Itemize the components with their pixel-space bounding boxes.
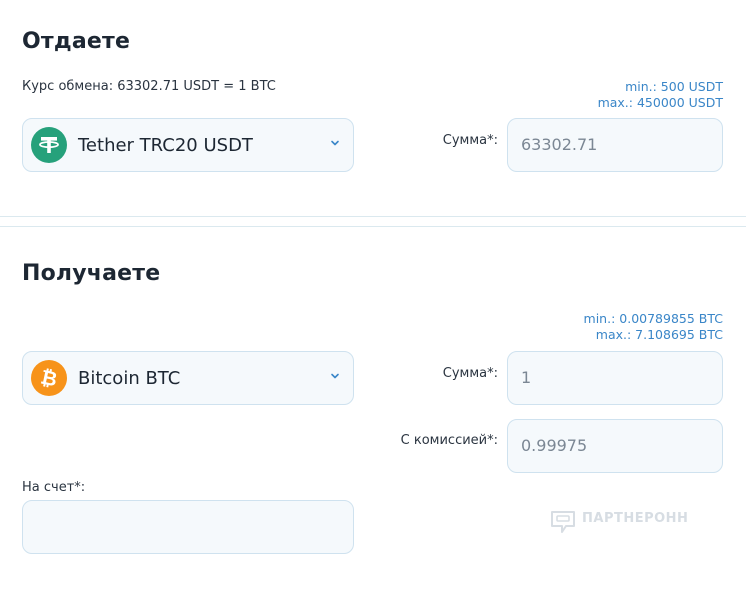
receive-currency-name: Bitcoin BTC (78, 368, 181, 389)
give-limits: min.: 500 USDT max.: 450000 USDT (598, 79, 723, 111)
bitcoin-icon: ₿ (31, 360, 67, 396)
section-divider-secondary (0, 226, 746, 227)
chevron-down-icon (331, 140, 339, 146)
receive-min: min.: 0.00789855 BTC (583, 311, 723, 326)
receive-limits: min.: 0.00789855 BTC max.: 7.108695 BTC (584, 311, 723, 343)
account-label: На счет*: (22, 480, 86, 495)
give-min: min.: 500 USDT (625, 79, 723, 94)
tether-icon (31, 127, 67, 163)
give-currency-name: Tether TRC20 USDT (78, 135, 253, 156)
receive-max: max.: 7.108695 BTC (595, 327, 723, 342)
give-sum-label: Сумма*: (442, 133, 498, 148)
watermark-text: ПАРТНЕРОНН (582, 511, 689, 526)
receive-currency-select[interactable]: ₿ Bitcoin BTC (22, 351, 354, 405)
commission-input[interactable]: 0.99975 (507, 419, 723, 473)
receive-section-title: Получаете (22, 261, 161, 286)
commission-label: С комиссией*: (400, 433, 498, 448)
exchange-rate: Курс обмена: 63302.71 USDT = 1 BTC (22, 79, 276, 94)
chevron-down-icon (331, 373, 339, 379)
account-input[interactable] (22, 500, 354, 554)
watermark-logo-icon (548, 506, 578, 536)
section-divider (0, 216, 746, 217)
give-sum-input[interactable]: 63302.71 (507, 118, 723, 172)
receive-sum-label: Сумма*: (442, 366, 498, 381)
give-currency-select[interactable]: Tether TRC20 USDT (22, 118, 354, 172)
receive-sum-input[interactable]: 1 (507, 351, 723, 405)
give-section-title: Отдаете (22, 29, 131, 54)
svg-text:₿: ₿ (39, 365, 60, 392)
give-max: max.: 450000 USDT (597, 95, 723, 110)
